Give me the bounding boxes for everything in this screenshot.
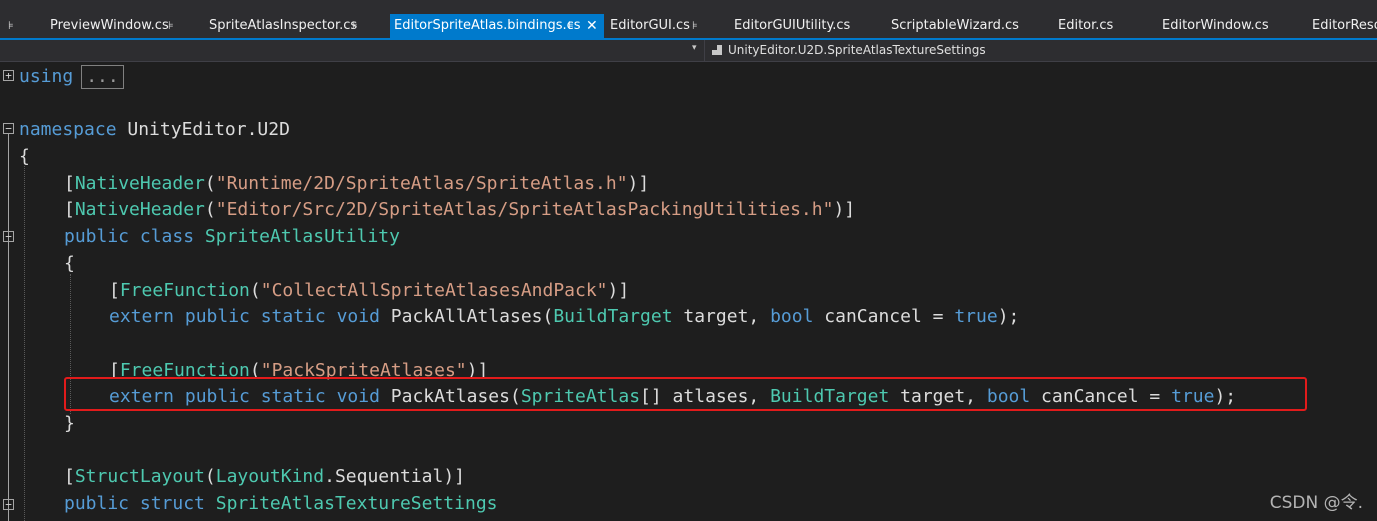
tab-spriteatlasinspector[interactable]: SpriteAtlasInspector.cs ⊧ (200, 14, 376, 38)
tab-editorspriteatlas-bindings[interactable]: EditorSpriteAtlas.bindings.cs ⊧ ✕ (390, 14, 604, 38)
punct: [ (109, 280, 120, 301)
attribute: NativeHeader (74, 199, 205, 220)
keyword: namespace (19, 119, 117, 140)
collapse-struct-icon[interactable]: − (3, 499, 14, 510)
highlight-box (64, 377, 1307, 411)
watermark: CSDN @令. (1269, 493, 1363, 513)
brace: { (19, 146, 30, 167)
code-line: [StructLayout(LayoutKind.Sequential)] (64, 464, 465, 490)
close-icon[interactable]: ✕ (586, 14, 598, 38)
tab-label: PreviewWindow.cs (50, 18, 169, 33)
code-editor[interactable]: + − − − using... namespace UnityEditor.U… (0, 62, 1377, 521)
param: canCancel = (813, 306, 955, 327)
tab-previewwindow[interactable]: PreviewWindow.cs ⊧ (42, 14, 192, 38)
string: "CollectAllSpriteAtlasesAndPack" (260, 280, 608, 301)
tab-label: EditorGUIUtility.cs (734, 18, 851, 33)
method-name: PackAllAtlases( (379, 306, 554, 327)
punct: )] (627, 173, 650, 194)
brace: { (64, 253, 75, 274)
punct: ( (204, 199, 216, 220)
keyword: public class (64, 226, 195, 247)
tab-editorgui[interactable]: EditorGUI.cs ⊧ (604, 14, 704, 38)
tab-editorreso[interactable]: EditorReso (1304, 14, 1377, 38)
indent-guide (24, 166, 25, 521)
chevron-down-icon[interactable]: ▾ (692, 43, 697, 53)
document-tab-bar: ⊧ PreviewWindow.cs ⊧ SpriteAtlasInspecto… (0, 0, 1377, 39)
code-line: { (19, 144, 30, 170)
pin-icon[interactable]: ⊧ (692, 14, 698, 38)
tab-scriptablewizard[interactable]: ScriptableWizard.cs (884, 14, 1034, 38)
punct: ); (997, 306, 1020, 327)
punct: ( (204, 466, 216, 487)
keyword: using (19, 66, 74, 87)
member-dropdown[interactable]: UnityEditor.U2D.SpriteAtlasTextureSettin… (712, 40, 986, 61)
pin-icon[interactable]: ⊧ (352, 14, 358, 38)
pin-icon[interactable]: ⊧ (8, 14, 14, 38)
keyword: true (954, 306, 998, 327)
member-dropdown-label: UnityEditor.U2D.SpriteAtlasTextureSettin… (728, 43, 986, 57)
tab-label: Editor.cs (1058, 18, 1114, 33)
code-line: using... (19, 64, 124, 90)
collapse-namespace-icon[interactable]: − (3, 123, 14, 134)
punct: [ (64, 466, 75, 487)
tab-label: EditorReso (1312, 18, 1377, 33)
keyword: public struct (64, 493, 205, 514)
code-line: [FreeFunction("CollectAllSpriteAtlasesAn… (109, 278, 629, 304)
brace: } (64, 413, 75, 434)
attribute: NativeHeader (74, 173, 205, 194)
fold-guide (8, 242, 9, 437)
attribute: StructLayout (74, 466, 205, 487)
class-name: SpriteAtlasUtility (204, 226, 400, 247)
struct-name: SpriteAtlasTextureSettings (215, 493, 498, 514)
tab-label: ScriptableWizard.cs (891, 18, 1019, 33)
pin-icon[interactable]: ⊧ (168, 14, 174, 38)
collapsed-region[interactable]: ... (81, 65, 124, 89)
string: "Editor/Src/2D/SpriteAtlas/SpriteAtlasPa… (215, 199, 834, 220)
keyword: extern public static void (109, 306, 380, 327)
code-line: public class SpriteAtlasUtility (64, 224, 400, 250)
code-line: public struct SpriteAtlasTextureSettings (64, 491, 498, 517)
punct: [ (64, 173, 75, 194)
tab-label: EditorWindow.cs (1162, 18, 1269, 33)
collapse-class-icon[interactable]: − (3, 231, 14, 242)
struct-icon (712, 45, 722, 55)
navigation-bar: ▾ UnityEditor.U2D.SpriteAtlasTextureSett… (0, 40, 1377, 62)
pin-icon[interactable]: ⊧ (568, 14, 574, 38)
type: LayoutKind (215, 466, 325, 487)
attribute: FreeFunction (119, 280, 250, 301)
punct: ( (249, 280, 261, 301)
nav-divider (704, 40, 705, 61)
punct: .Sequential)] (324, 466, 465, 487)
tab-editorwindow[interactable]: EditorWindow.cs (1156, 14, 1286, 38)
punct: ( (204, 173, 216, 194)
tab-label: EditorSpriteAtlas.bindings.cs (394, 18, 581, 33)
punct: )] (607, 280, 630, 301)
code-line: extern public static void PackAllAtlases… (109, 304, 1019, 330)
code-line: namespace UnityEditor.U2D (19, 117, 290, 143)
string: "Runtime/2D/SpriteAtlas/SpriteAtlas.h" (215, 173, 628, 194)
punct: )] (833, 199, 856, 220)
tab-editor[interactable]: Editor.cs (1052, 14, 1142, 38)
code-line: [NativeHeader("Runtime/2D/SpriteAtlas/Sp… (64, 171, 649, 197)
param: target, (672, 306, 771, 327)
keyword: bool (770, 306, 814, 327)
type: BuildTarget (553, 306, 673, 327)
code-line: { (64, 251, 75, 277)
punct: [ (64, 199, 75, 220)
namespace-name: UnityEditor.U2D (116, 119, 290, 140)
tab-label: EditorGUI.cs (610, 18, 690, 33)
code-line: } (64, 411, 75, 437)
expand-region-icon[interactable]: + (3, 70, 14, 81)
tab-label: SpriteAtlasInspector.cs (209, 18, 358, 33)
tab-editorguiutility[interactable]: EditorGUIUtility.cs (726, 14, 866, 38)
code-line: [NativeHeader("Editor/Src/2D/SpriteAtlas… (64, 197, 855, 223)
